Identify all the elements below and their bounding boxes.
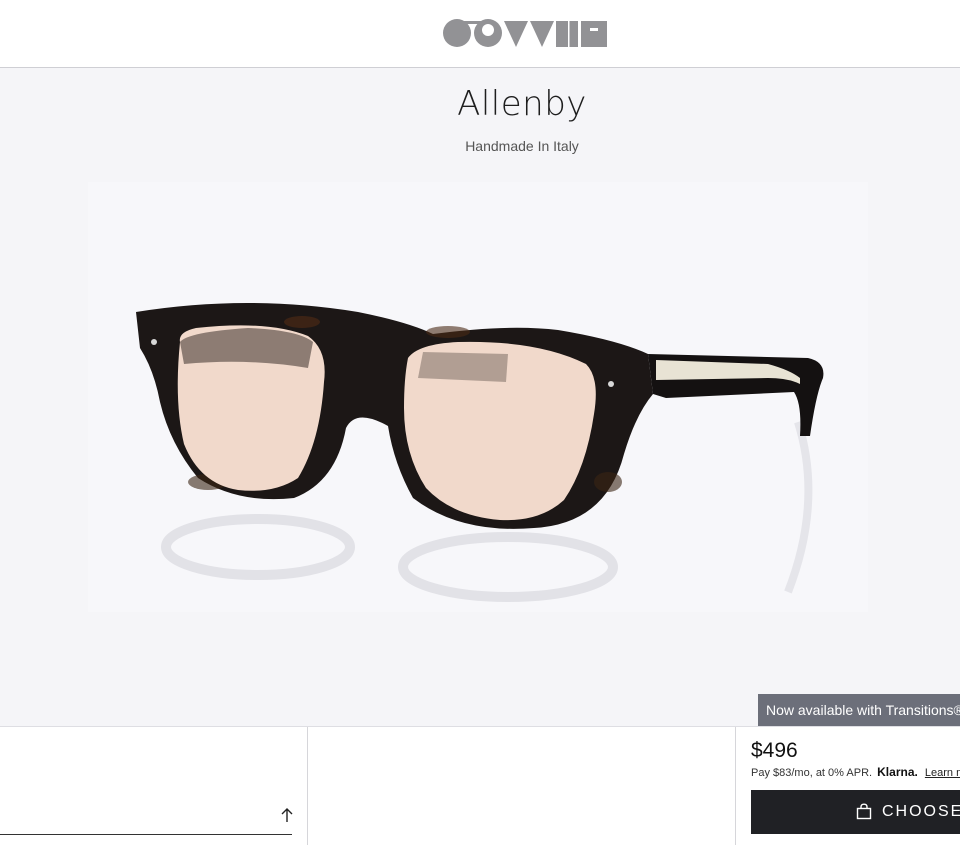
site-header xyxy=(0,0,960,68)
details-panel xyxy=(308,727,736,845)
product-image[interactable] xyxy=(88,182,868,612)
product-subtitle: Handmade In Italy xyxy=(465,138,579,154)
transitions-badge: Now available with Transitions® xyxy=(758,694,960,726)
panel-divider-line xyxy=(0,834,292,835)
sunglasses-image xyxy=(136,303,824,602)
product-title-block: Allenby Handmade In Italy xyxy=(0,84,960,154)
choose-lenses-button[interactable]: CHOOSE Y xyxy=(751,790,960,834)
klarna-logo: Klarna. xyxy=(877,765,918,779)
installment-text: Pay $83/mo, at 0% APR. xyxy=(751,767,873,779)
arrow-up-icon[interactable] xyxy=(280,807,294,823)
choose-button-label: CHOOSE Y xyxy=(882,803,960,820)
installment-info: Pay $83/mo, at 0% APR. Klarna. Learn m xyxy=(751,765,960,779)
product-price: $496 xyxy=(751,739,798,762)
purchase-bar: $496 Pay $83/mo, at 0% APR. Klarna. Lear… xyxy=(0,726,960,845)
brand-logo-icon[interactable] xyxy=(442,18,608,48)
learn-more-link[interactable]: Learn m xyxy=(925,767,960,779)
price-panel: $496 Pay $83/mo, at 0% APR. Klarna. Lear… xyxy=(736,727,960,845)
shopping-bag-icon xyxy=(856,803,872,820)
product-name: Allenby xyxy=(457,84,587,124)
options-panel xyxy=(0,727,308,845)
